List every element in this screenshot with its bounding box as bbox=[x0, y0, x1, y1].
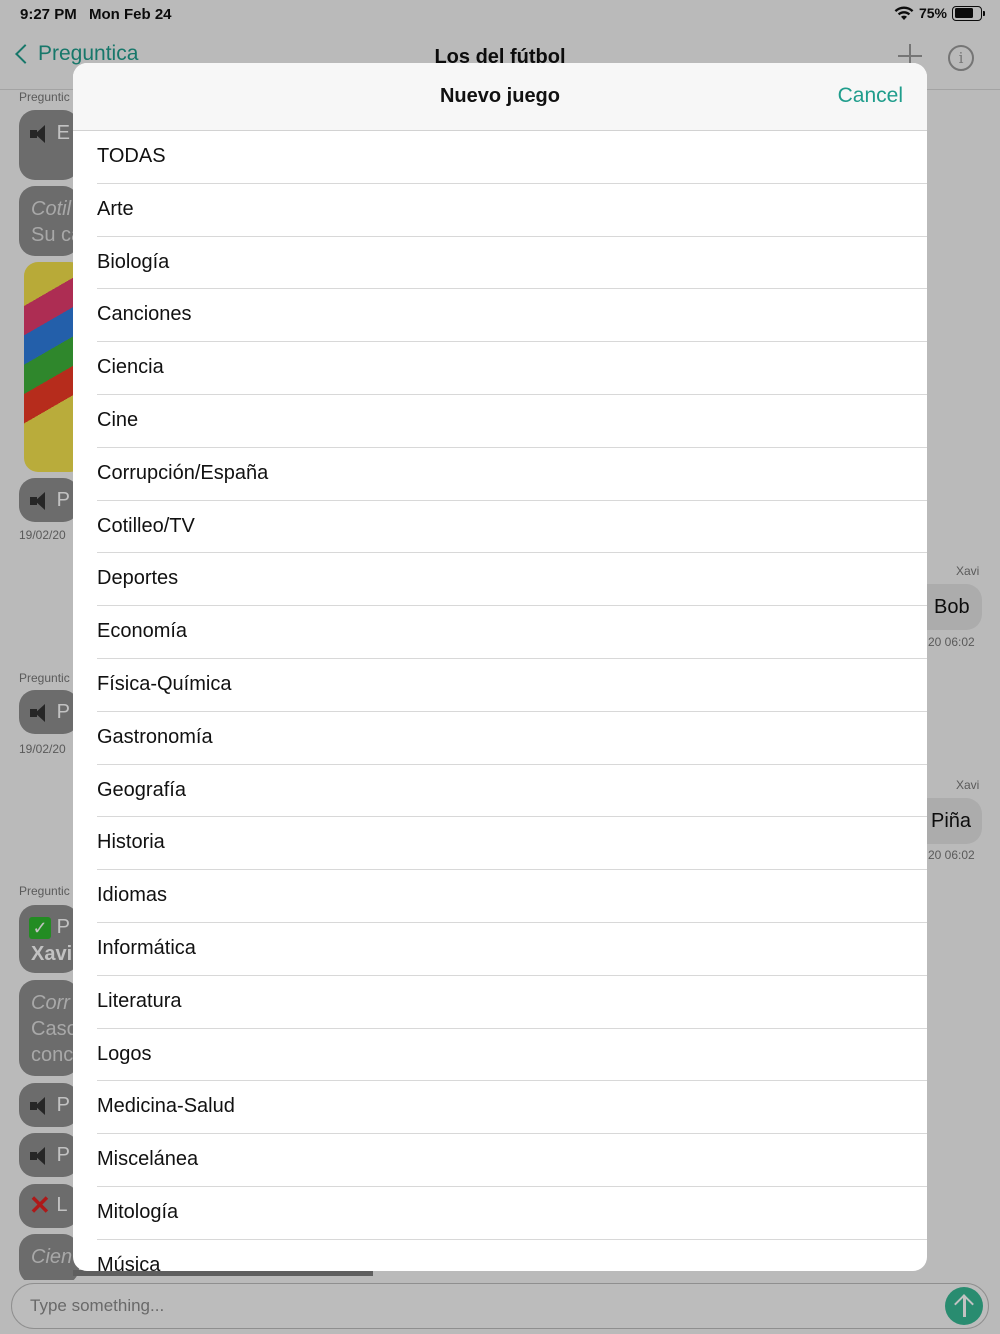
category-row[interactable]: Geografía bbox=[73, 765, 927, 818]
category-row[interactable]: Música bbox=[73, 1240, 927, 1271]
category-row[interactable]: Arte bbox=[73, 184, 927, 237]
category-label: Geografía bbox=[97, 778, 186, 801]
category-label: Corrupción/España bbox=[97, 461, 269, 484]
category-label: Arte bbox=[97, 197, 134, 220]
sheet-header: Nuevo juego Cancel bbox=[73, 63, 927, 131]
category-row[interactable]: Canciones bbox=[73, 289, 927, 343]
category-label: TODAS bbox=[97, 145, 166, 167]
category-label: Música bbox=[97, 1253, 161, 1271]
category-label: Cotilleo/TV bbox=[97, 514, 195, 537]
category-row[interactable]: Cine bbox=[73, 395, 927, 448]
category-row[interactable]: Biología bbox=[73, 237, 927, 290]
category-label: Economía bbox=[97, 620, 188, 643]
category-row[interactable]: Medicina-Salud bbox=[73, 1081, 927, 1135]
category-row[interactable]: Miscelánea bbox=[73, 1134, 927, 1187]
category-row[interactable]: Mitología bbox=[73, 1187, 927, 1240]
category-label: Medicina-Salud bbox=[97, 1095, 235, 1118]
category-label: Cine bbox=[97, 408, 139, 431]
category-row[interactable]: Idiomas bbox=[73, 870, 927, 923]
category-label: Miscelánea bbox=[97, 1148, 199, 1171]
sheet-title: Nuevo juego bbox=[439, 85, 560, 107]
category-label: Gastronomía bbox=[97, 725, 213, 748]
category-row[interactable]: Ciencia bbox=[73, 342, 927, 395]
category-label: Logos bbox=[97, 1042, 152, 1065]
category-row[interactable]: Logos bbox=[73, 1029, 927, 1082]
category-label: Biología bbox=[97, 250, 170, 273]
category-row[interactable]: Corrupción/España bbox=[73, 448, 927, 501]
category-row[interactable]: Historia bbox=[73, 817, 927, 871]
category-list[interactable]: TODAS Arte Biología Canciones Ciencia Cine Cor… bbox=[73, 131, 927, 1271]
category-label: Literatura bbox=[97, 989, 182, 1012]
category-row[interactable]: Cotilleo/TV bbox=[73, 501, 927, 554]
category-row[interactable]: Gastronomía bbox=[73, 712, 927, 765]
category-label: Canciones bbox=[97, 303, 192, 326]
category-row[interactable]: Literatura bbox=[73, 976, 927, 1029]
category-label: Idiomas bbox=[97, 884, 168, 907]
category-label: Física-Química bbox=[97, 672, 232, 695]
category-row[interactable]: Informática bbox=[73, 923, 927, 976]
category-row[interactable]: Economía bbox=[73, 606, 927, 659]
category-label: Deportes bbox=[97, 567, 179, 590]
category-label: Ciencia bbox=[97, 356, 164, 379]
category-row[interactable]: TODAS bbox=[73, 131, 927, 184]
category-label: Historia bbox=[97, 831, 165, 854]
category-row[interactable]: Física-Química bbox=[73, 659, 927, 712]
category-row[interactable]: Deportes bbox=[73, 553, 927, 607]
category-label: Mitología bbox=[97, 1200, 179, 1223]
category-label: Informática bbox=[97, 936, 196, 959]
new-game-sheet: Nuevo juego Cancel TODAS Arte Biología Canc… bbox=[73, 63, 927, 1271]
cancel-button[interactable]: Cancel bbox=[838, 84, 903, 108]
